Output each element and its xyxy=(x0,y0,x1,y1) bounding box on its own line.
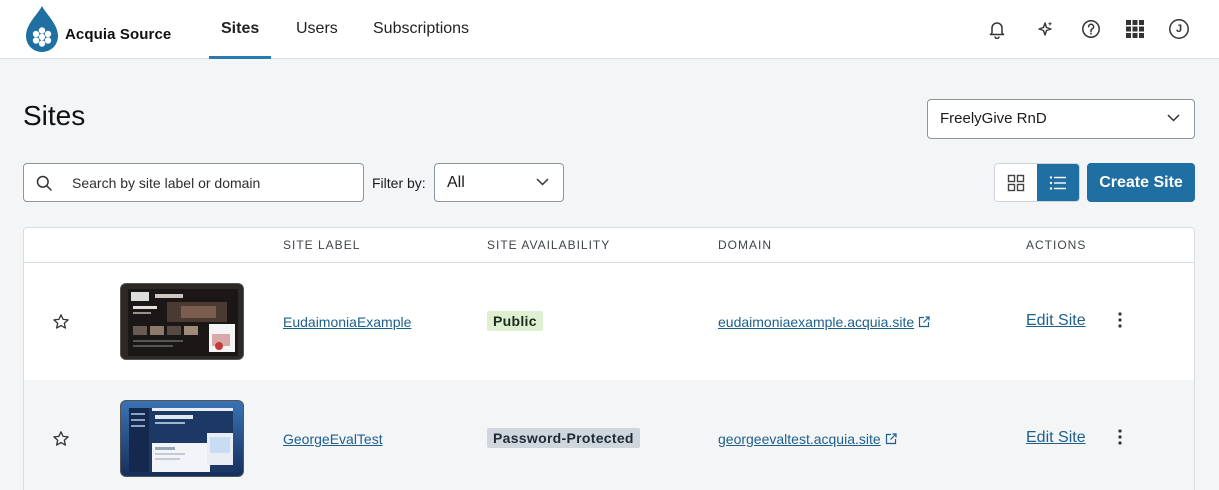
apps-grid-icon[interactable] xyxy=(1124,18,1146,40)
external-link-icon xyxy=(919,316,930,328)
list-view-button[interactable] xyxy=(1037,164,1079,201)
filter-select-value: All xyxy=(447,174,465,191)
filter-select[interactable]: All xyxy=(434,163,564,202)
bell-icon[interactable] xyxy=(986,18,1008,40)
site-thumbnail[interactable] xyxy=(120,283,244,360)
chevron-down-icon xyxy=(536,178,549,186)
search-input[interactable] xyxy=(72,165,357,200)
favorite-star-icon[interactable] xyxy=(47,308,75,336)
table-row: EudaimoniaExample Public eudaimoniaexamp… xyxy=(24,263,1194,380)
site-domain-text: georgeevaltest.acquia.site xyxy=(718,431,881,447)
site-preview-image xyxy=(121,284,243,359)
create-site-button[interactable]: Create Site xyxy=(1087,163,1195,202)
user-avatar-icon[interactable]: J xyxy=(1168,18,1190,40)
organization-select-value: FreelyGive RnD xyxy=(940,110,1047,127)
kebab-menu-icon[interactable] xyxy=(1110,308,1130,332)
organization-select[interactable]: FreelyGive RnD xyxy=(927,99,1195,139)
filter-label: Filter by: xyxy=(372,175,426,191)
brand-name: Acquia Source xyxy=(65,25,172,43)
favorite-star-icon[interactable] xyxy=(47,425,75,453)
table-row: GeorgeEvalTest Password-Protected george… xyxy=(24,380,1194,490)
site-label-link[interactable]: EudaimoniaExample xyxy=(283,314,411,330)
search-icon xyxy=(36,175,52,191)
view-toggle xyxy=(994,163,1080,202)
column-header-site-availability: SITE AVAILABILITY xyxy=(487,238,611,252)
avatar-initial: J xyxy=(1175,23,1183,35)
status-badge: Password-Protected xyxy=(487,428,640,448)
site-thumbnail[interactable] xyxy=(120,400,244,477)
search-box xyxy=(23,163,364,202)
site-preview-image xyxy=(121,401,243,476)
tab-subscriptions[interactable]: Subscriptions xyxy=(361,0,481,59)
chevron-down-icon xyxy=(1167,114,1180,122)
column-header-domain: DOMAIN xyxy=(718,238,772,252)
help-icon[interactable] xyxy=(1080,18,1102,40)
page-title: Sites xyxy=(23,100,86,131)
sparkle-icon[interactable] xyxy=(1034,18,1056,40)
site-domain-link[interactable]: eudaimoniaexample.acquia.site xyxy=(718,314,930,330)
tab-sites[interactable]: Sites xyxy=(209,0,271,59)
edit-site-link[interactable]: Edit Site xyxy=(1026,312,1086,330)
sites-table: SITE LABEL SITE AVAILABILITY DOMAIN ACTI… xyxy=(23,227,1195,490)
tab-users[interactable]: Users xyxy=(284,0,350,59)
table-header: SITE LABEL SITE AVAILABILITY DOMAIN ACTI… xyxy=(24,228,1194,263)
top-navigation: Acquia Source Sites Users Subscriptions xyxy=(0,0,1219,59)
column-header-site-label: SITE LABEL xyxy=(283,238,361,252)
kebab-menu-icon[interactable] xyxy=(1110,425,1130,449)
site-domain-link[interactable]: georgeevaltest.acquia.site xyxy=(718,431,897,447)
edit-site-link[interactable]: Edit Site xyxy=(1026,429,1086,447)
brand-logo[interactable]: Acquia Source xyxy=(24,4,171,54)
acquia-drop-icon xyxy=(26,6,58,52)
status-badge: Public xyxy=(487,311,543,331)
grid-view-button[interactable] xyxy=(995,164,1037,201)
column-header-actions: ACTIONS xyxy=(1026,238,1087,252)
grid-view-icon xyxy=(1007,174,1025,191)
list-view-icon xyxy=(1049,175,1066,190)
site-label-link[interactable]: GeorgeEvalTest xyxy=(283,431,383,447)
site-domain-text: eudaimoniaexample.acquia.site xyxy=(718,314,915,330)
external-link-icon xyxy=(885,433,897,445)
